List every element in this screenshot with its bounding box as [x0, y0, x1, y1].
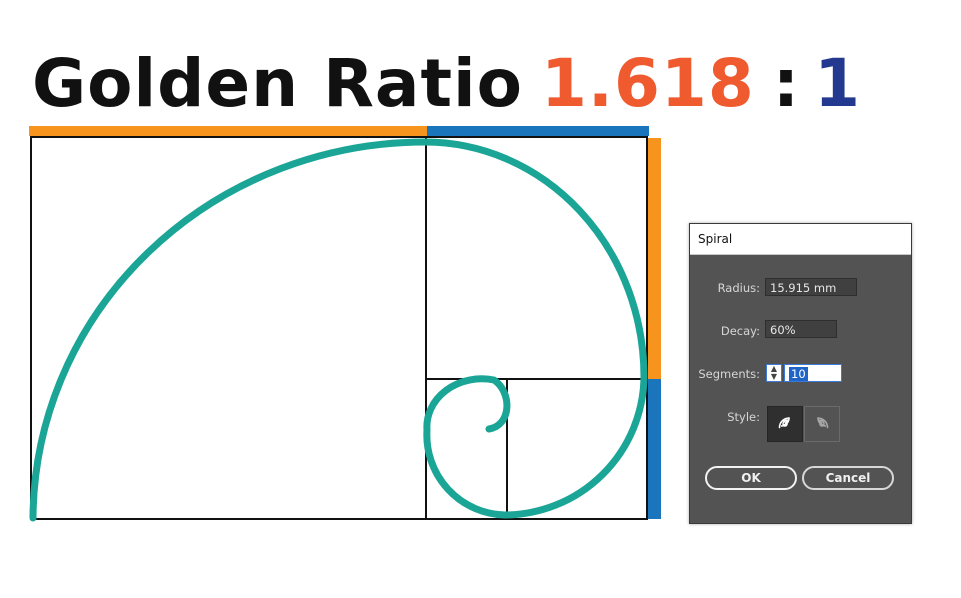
- radius-label: Radius:: [717, 281, 760, 295]
- outer-rectangle: [30, 136, 648, 520]
- golden-spiral: [29, 138, 648, 522]
- cancel-button[interactable]: Cancel: [802, 466, 894, 490]
- blue-top-bar: [427, 126, 649, 136]
- spiral-dialog: Spiral Radius: 15.915 mm Decay: 60% Segm…: [689, 223, 912, 524]
- clockwise-spiral-icon: [778, 417, 790, 429]
- decay-input[interactable]: 60%: [765, 320, 837, 338]
- segments-label: Segments:: [698, 367, 760, 381]
- segments-input[interactable]: 10: [784, 364, 842, 382]
- chevron-down-icon[interactable]: ▼: [767, 373, 781, 381]
- dialog-title: Spiral: [698, 232, 733, 246]
- orange-top-bar: [29, 126, 427, 136]
- style-label: Style:: [727, 410, 760, 424]
- orange-side-bar: [648, 138, 661, 379]
- segments-value: 10: [789, 367, 808, 381]
- blue-side-bar: [648, 379, 661, 519]
- segments-stepper[interactable]: ▲ ▼: [766, 364, 782, 382]
- ok-button[interactable]: OK: [705, 466, 797, 490]
- counterclockwise-spiral-icon: [817, 417, 829, 429]
- decay-label: Decay:: [720, 324, 760, 338]
- counterclockwise-style-button[interactable]: [804, 406, 840, 442]
- clockwise-style-button[interactable]: [767, 406, 803, 442]
- radius-input[interactable]: 15.915 mm: [765, 278, 857, 296]
